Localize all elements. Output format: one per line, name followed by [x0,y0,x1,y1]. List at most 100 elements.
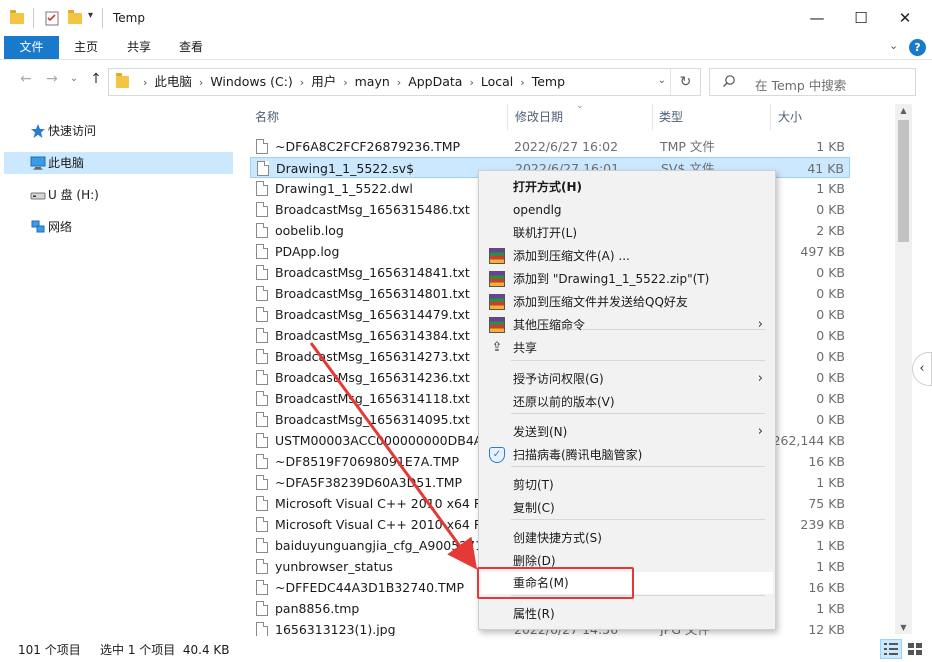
search-box[interactable]: 在 Temp 中搜索 [709,68,916,96]
breadcrumb-separator[interactable]: › [199,76,203,89]
column-divider[interactable] [652,104,653,130]
file-size: 0 KB [816,349,845,364]
breadcrumb-this-pc[interactable]: 此电脑 [154,74,192,89]
file-size: 0 KB [816,328,845,343]
folder-icon [10,10,24,29]
breadcrumb-users[interactable]: 用户 [311,74,336,89]
file-icon [256,517,268,532]
tab-file[interactable]: 文件 [4,36,59,59]
expand-ribbon-icon[interactable]: ⌄ [889,39,898,52]
forward-button[interactable]: → [42,71,62,87]
file-row[interactable]: ~DF6A8C2FCF26879236.TMP 2022/6/27 16:02 TM… [250,136,850,157]
menu-item-opendlg[interactable]: opendlg [481,199,773,221]
file-icon [256,265,268,280]
breadcrumb-separator[interactable]: › [520,76,524,89]
breadcrumb-appdata[interactable]: AppData [408,74,462,89]
maximize-icon: ☐ [854,9,868,27]
tab-home[interactable]: 主页 [62,36,110,59]
tab-share[interactable]: 共享 [115,36,163,59]
navigation-bar: ← → ⌄ ↑ › 此电脑 › Windows (C:) › 用户 › mayn › AppDat… [0,59,932,103]
share-icon: ⇪ [491,340,503,355]
file-name: BroadcastMsg_1656314095.txt [275,412,470,427]
recent-locations-button[interactable]: ⌄ [64,73,84,84]
menu-item-send-to[interactable]: 发送到(N) › [481,421,773,443]
scroll-up-icon[interactable]: ▲ [895,106,912,115]
menu-item-add-and-send-qq[interactable]: 添加到压缩文件并发送给QQ好友 [481,291,773,313]
back-button[interactable]: ← [16,71,36,87]
file-size: 0 KB [816,202,845,217]
column-divider[interactable] [770,104,771,130]
search-input[interactable]: 在 Temp 中搜索 [755,75,846,94]
column-header-size[interactable]: 大小 [778,104,802,130]
address-bar[interactable]: › 此电脑 › Windows (C:) › 用户 › mayn › AppData › Local ›… [108,68,701,96]
breadcrumb-separator[interactable]: › [300,76,304,89]
submenu-arrow-icon: › [757,424,763,439]
menu-item-give-access[interactable]: 授予访问权限(G) › [481,368,773,390]
menu-item-add-to-zip[interactable]: 添加到 "Drawing1_1_5522.zip"(T) [481,268,773,290]
column-divider[interactable] [507,104,508,130]
file-size: 0 KB [816,391,845,406]
menu-item-label: 授予访问权限(G) [513,372,604,386]
scrollbar-thumb[interactable] [898,120,909,242]
menu-item-label: 联机打开(L) [513,226,578,240]
close-button[interactable]: ✕ [882,0,928,36]
maximize-button[interactable]: ☐ [838,0,884,36]
breadcrumb-local[interactable]: Local [481,74,513,89]
menu-item-label: 添加到压缩文件并发送给QQ好友 [513,295,688,309]
menu-item-open-with[interactable]: 打开方式(H) [481,176,773,198]
menu-item-properties[interactable]: 属性(R) [481,603,773,625]
nav-item-quick-access[interactable]: 快速访问 [4,120,233,142]
properties-icon[interactable] [45,10,59,26]
help-icon[interactable]: ? [909,39,926,56]
file-size: 75 KB [808,496,845,511]
large-icons-view-button[interactable] [904,639,926,659]
vertical-scrollbar[interactable]: ▲ ▼ [895,104,912,634]
up-button[interactable]: ↑ [86,71,106,87]
details-view-button[interactable] [880,639,902,659]
column-header-name[interactable]: 名称 [255,104,279,130]
column-header-type[interactable]: 类型 [659,104,683,130]
breadcrumb-separator[interactable]: › [343,76,347,89]
breadcrumb-mayn[interactable]: mayn [355,74,390,89]
submenu-arrow-icon: › [757,371,763,386]
menu-item-label: 复制(C) [513,501,555,515]
menu-item-label: 删除(D) [513,554,556,568]
nav-item-usb-drive[interactable]: U 盘 (H:) [4,184,233,206]
menu-item-create-shortcut[interactable]: 创建快捷方式(S) [481,527,773,549]
collapse-handle-icon[interactable]: ‹ [912,352,932,386]
menu-item-label: 创建快捷方式(S) [513,531,602,545]
menu-item-copy[interactable]: 复制(C) [481,497,773,519]
menu-item-open-online[interactable]: 联机打开(L) [481,222,773,244]
close-icon: ✕ [898,9,912,27]
menu-item-restore-versions[interactable]: 还原以前的版本(V) [481,391,773,413]
breadcrumb-separator[interactable]: › [469,76,473,89]
breadcrumb: › 此电脑 › Windows (C:) › 用户 › mayn › AppData › Local ›… [136,69,565,95]
tab-view[interactable]: 查看 [167,36,215,59]
file-size: 1 KB [816,559,845,574]
address-dropdown-icon[interactable]: ⌄ [658,75,666,86]
menu-item-label: 发送到(N) [513,425,568,439]
menu-item-add-to-archive[interactable]: 添加到压缩文件(A) ... [481,245,773,267]
scroll-down-icon[interactable]: ▼ [895,623,912,632]
file-icon [256,559,268,574]
breadcrumb-separator[interactable]: › [397,76,401,89]
breadcrumb-temp[interactable]: Temp [532,74,565,89]
refresh-button[interactable]: ↻ [670,69,700,95]
file-name: BroadcastMsg_1656314479.txt [275,307,470,322]
minimize-icon: — [809,9,825,27]
new-folder-icon[interactable] [68,10,82,29]
file-name: ~DFFEDC44A3D1B32740.TMP [275,580,464,595]
window-title: Temp [113,11,145,25]
minimize-button[interactable]: — [794,0,840,36]
column-header-date[interactable]: 修改日期 [515,104,563,130]
menu-item-cut[interactable]: 剪切(T) [481,474,773,496]
menu-item-scan-virus[interactable]: ✓ 扫描病毒(腾讯电脑管家) [481,444,773,466]
customize-quick-access-icon[interactable]: ▾ [88,10,102,26]
winrar-icon [489,271,505,287]
file-icon [256,580,268,595]
menu-item-other-compress[interactable]: 其他压缩命令 › [481,314,773,336]
nav-item-network[interactable]: 网络 [4,216,233,238]
nav-item-this-pc[interactable]: 此电脑 [4,152,233,174]
breadcrumb-windows-c[interactable]: Windows (C:) [210,74,292,89]
menu-item-share[interactable]: ⇪ 共享 [481,337,773,359]
